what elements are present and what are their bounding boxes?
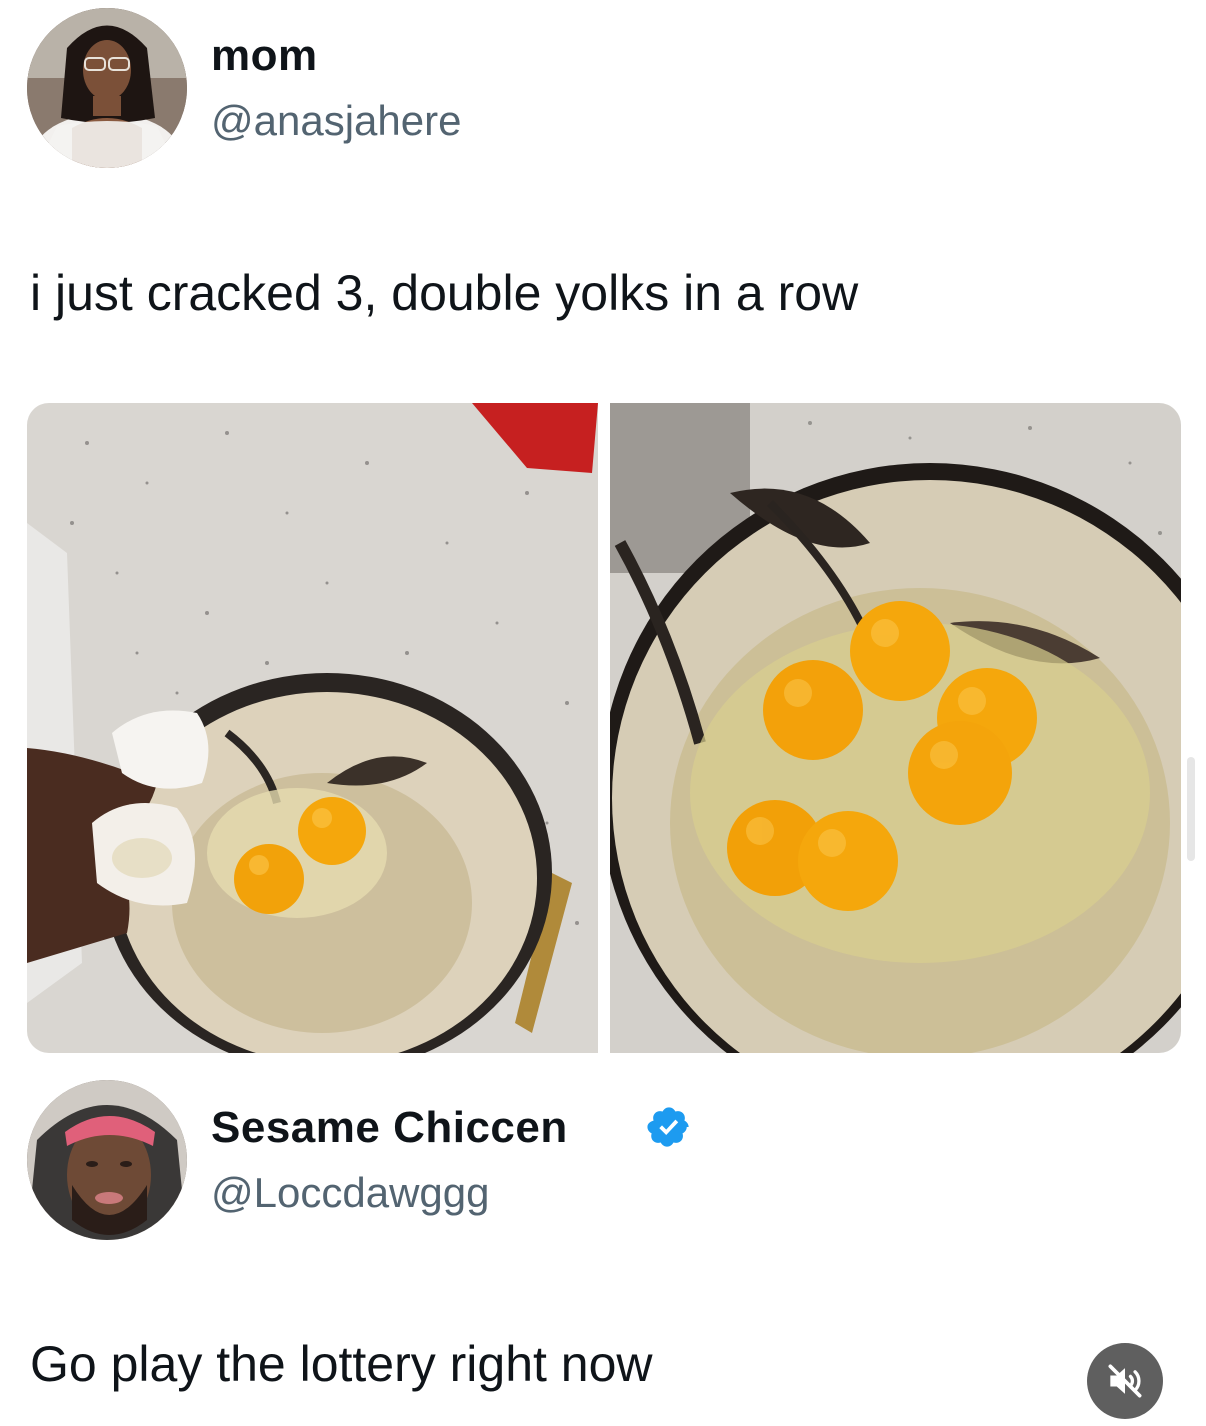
photo-double-yolks-closeup-icon [610,403,1181,1053]
speaker-muted-icon [1108,1364,1142,1398]
profile-photo-icon [27,1080,187,1240]
post-text: i just cracked 3, double yolks in a row [30,265,859,321]
reply-text: Go play the lottery right now [30,1336,653,1392]
author-display-name[interactable]: mom [211,34,318,78]
profile-photo-icon [27,8,187,168]
mute-button[interactable] [1087,1343,1163,1419]
reply-author-display-name[interactable]: Sesame Chiccen [211,1106,568,1150]
post-photo-1[interactable] [27,403,598,1053]
reply-author-avatar[interactable] [27,1080,187,1240]
author-handle[interactable]: @anasjahere [211,100,461,142]
post-photo-2[interactable] [610,403,1181,1053]
photo-eggs-bowl-on-counter-icon [27,403,598,1053]
scrollbar[interactable] [1187,757,1195,861]
author-avatar[interactable] [27,8,187,168]
verified-badge-icon [646,1104,692,1150]
reply-author-handle[interactable]: @Loccdawggg [211,1172,489,1214]
